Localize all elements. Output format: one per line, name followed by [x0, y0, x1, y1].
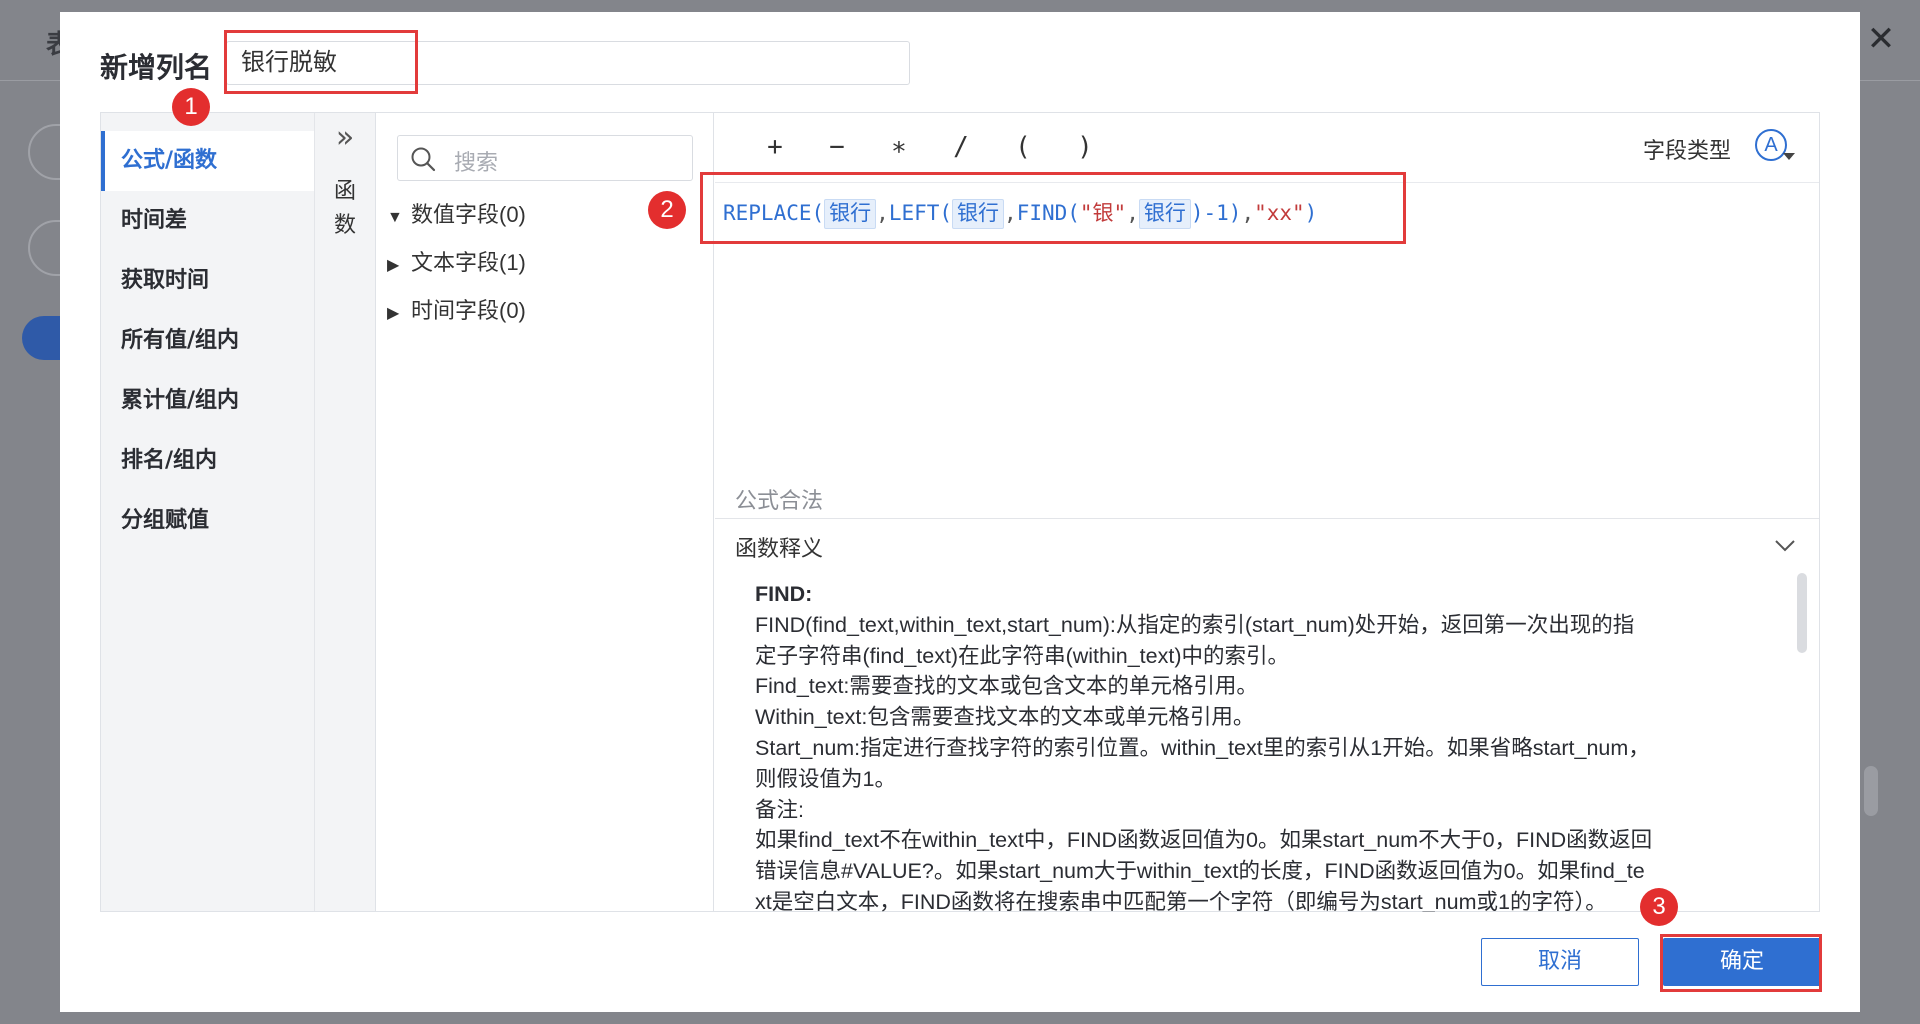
explanation-title: 函数释义	[735, 537, 824, 562]
formula-validity-status: 公式合法	[735, 489, 824, 514]
field-panel: 搜索 ▼ 数值字段(0) ▶ 文本字段(1) ▶ 时间字段(0)	[377, 113, 714, 911]
dialog-body: 公式/函数 时间差 获取时间 所有值/组内 累计值/组内 排名/组内 分组赋值 …	[100, 112, 1820, 912]
formula-string: "xx"	[1254, 201, 1305, 225]
formula-operator: )-1)	[1190, 201, 1242, 225]
explanation-line: 错误信息#VALUE?。如果start_num大于within_text的长度，…	[755, 859, 1645, 884]
category-group-assign[interactable]: 分组赋值	[101, 491, 314, 551]
explanation-line: Start_num:指定进行查找字符的索引位置。within_text里的索引从…	[755, 735, 1650, 760]
explanation-line: Find_text:需要查找的文本或包含文本的单元格引用。	[755, 674, 1258, 699]
category-all-values[interactable]: 所有值/组内	[101, 311, 314, 371]
confirm-button[interactable]: 确定	[1663, 938, 1821, 986]
formula-function: FIND(	[1016, 201, 1080, 225]
column-name-input[interactable]: 银行脱敏	[226, 41, 910, 85]
category-panel: 公式/函数 时间差 获取时间 所有值/组内 累计值/组内 排名/组内 分组赋值	[101, 113, 314, 911]
search-icon	[411, 147, 436, 172]
formula-function: REPLACE(	[723, 201, 825, 225]
explanation-line: 如果find_text不在within_text中，FIND函数返回值为0。如果…	[755, 828, 1653, 853]
field-token: 银行	[952, 199, 1005, 229]
function-toggle-char: 函	[333, 179, 356, 204]
explanation-scrollbar[interactable]	[1797, 573, 1807, 653]
formula-punct: ,	[876, 201, 889, 225]
plus-button[interactable]: +	[755, 129, 795, 165]
multiply-button[interactable]: ∗	[879, 129, 919, 165]
background-scrollbar	[1864, 766, 1878, 816]
field-group-label: 时间字段(0)	[411, 298, 526, 323]
caret-down-icon: ▼	[387, 209, 403, 226]
category-cumulative[interactable]: 累计值/组内	[101, 371, 314, 431]
formula-punct: )	[1304, 201, 1318, 225]
field-group-time[interactable]: ▶ 时间字段(0)	[387, 293, 526, 329]
add-column-dialog: 新增列名 银行脱敏 公式/函数 时间差 获取时间 所有值/组内 累计值/组内 排…	[60, 12, 1860, 1012]
field-token: 银行	[1138, 199, 1191, 229]
function-toggle-label: 函 数	[332, 175, 358, 243]
step-badge-1: 1	[172, 88, 210, 126]
category-rank[interactable]: 排名/组内	[101, 431, 314, 491]
explanation-line: 则假设值为1。	[755, 766, 896, 791]
explanation-line: FIND:	[755, 582, 813, 606]
function-explanation: 函数释义 FIND: FIND(find_text,within_text,st…	[715, 518, 1819, 912]
double-chevron-right-icon[interactable]: »	[330, 123, 360, 155]
column-name-label: 新增列名	[100, 51, 213, 84]
explanation-line: 备注:	[755, 797, 804, 822]
search-placeholder: 搜索	[454, 151, 499, 176]
explanation-line: xt是空白文本，FIND函数将在搜索串中匹配第一个字符（即编号为start_nu…	[755, 889, 1607, 912]
formula-punct: ,	[1241, 201, 1255, 225]
category-time-diff[interactable]: 时间差	[101, 191, 314, 251]
field-group-label: 文本字段(1)	[411, 250, 526, 275]
function-toggle[interactable]: » 函 数	[314, 113, 376, 911]
formula-string: "银"	[1079, 201, 1127, 225]
dialog-header: 新增列名 银行脱敏	[60, 12, 1860, 112]
function-toggle-char: 数	[333, 213, 356, 238]
caret-right-icon: ▶	[387, 305, 400, 322]
explanation-line: 定子字符串(find_text)在此字符串(within_text)中的索引。	[755, 643, 1289, 668]
field-group-label: 数值字段(0)	[411, 202, 526, 227]
formula-function: LEFT(	[888, 201, 953, 225]
close-icon[interactable]: ✕	[1866, 22, 1896, 56]
operator-toolbar: + − ∗ / ( ) 字段类型 A	[715, 113, 1819, 183]
field-search-input[interactable]: 搜索	[397, 135, 693, 181]
field-token: 银行	[824, 199, 877, 229]
close-paren-button[interactable]: )	[1065, 129, 1105, 165]
chevron-down-icon[interactable]	[1773, 533, 1797, 557]
caret-right-icon: ▶	[387, 257, 400, 274]
minus-button[interactable]: −	[817, 129, 857, 165]
category-get-time[interactable]: 获取时间	[101, 251, 314, 311]
step-badge-2: 2	[648, 191, 686, 229]
caret-down-icon[interactable]	[1783, 153, 1795, 160]
formula-text[interactable]: REPLACE(银行 ,LEFT(银行 ,FIND("银", 银行)-1),"xx")	[723, 197, 1317, 229]
formula-punct: ,	[1004, 201, 1017, 225]
field-type-label: 字段类型	[1643, 139, 1732, 164]
field-group-numeric[interactable]: ▼ 数值字段(0)	[387, 197, 526, 233]
formula-editor: + − ∗ / ( ) 字段类型 A REPLACE(银行 ,LEFT(银行 ,FI…	[715, 113, 1819, 912]
explanation-line: FIND(find_text,within_text,start_num):从指…	[755, 612, 1635, 637]
step-badge-3: 3	[1640, 888, 1678, 926]
cancel-button[interactable]: 取消	[1481, 938, 1639, 986]
explanation-body: FIND: FIND(find_text,within_text,start_n…	[755, 579, 1775, 912]
formula-punct: ,	[1126, 201, 1139, 225]
category-formula-function[interactable]: 公式/函数	[101, 131, 314, 191]
explanation-line: Within_text:包含需要查找文本的文本或单元格引用。	[755, 705, 1255, 730]
field-group-text[interactable]: ▶ 文本字段(1)	[387, 245, 526, 281]
open-paren-button[interactable]: (	[1003, 129, 1043, 165]
divide-button[interactable]: /	[941, 129, 981, 165]
